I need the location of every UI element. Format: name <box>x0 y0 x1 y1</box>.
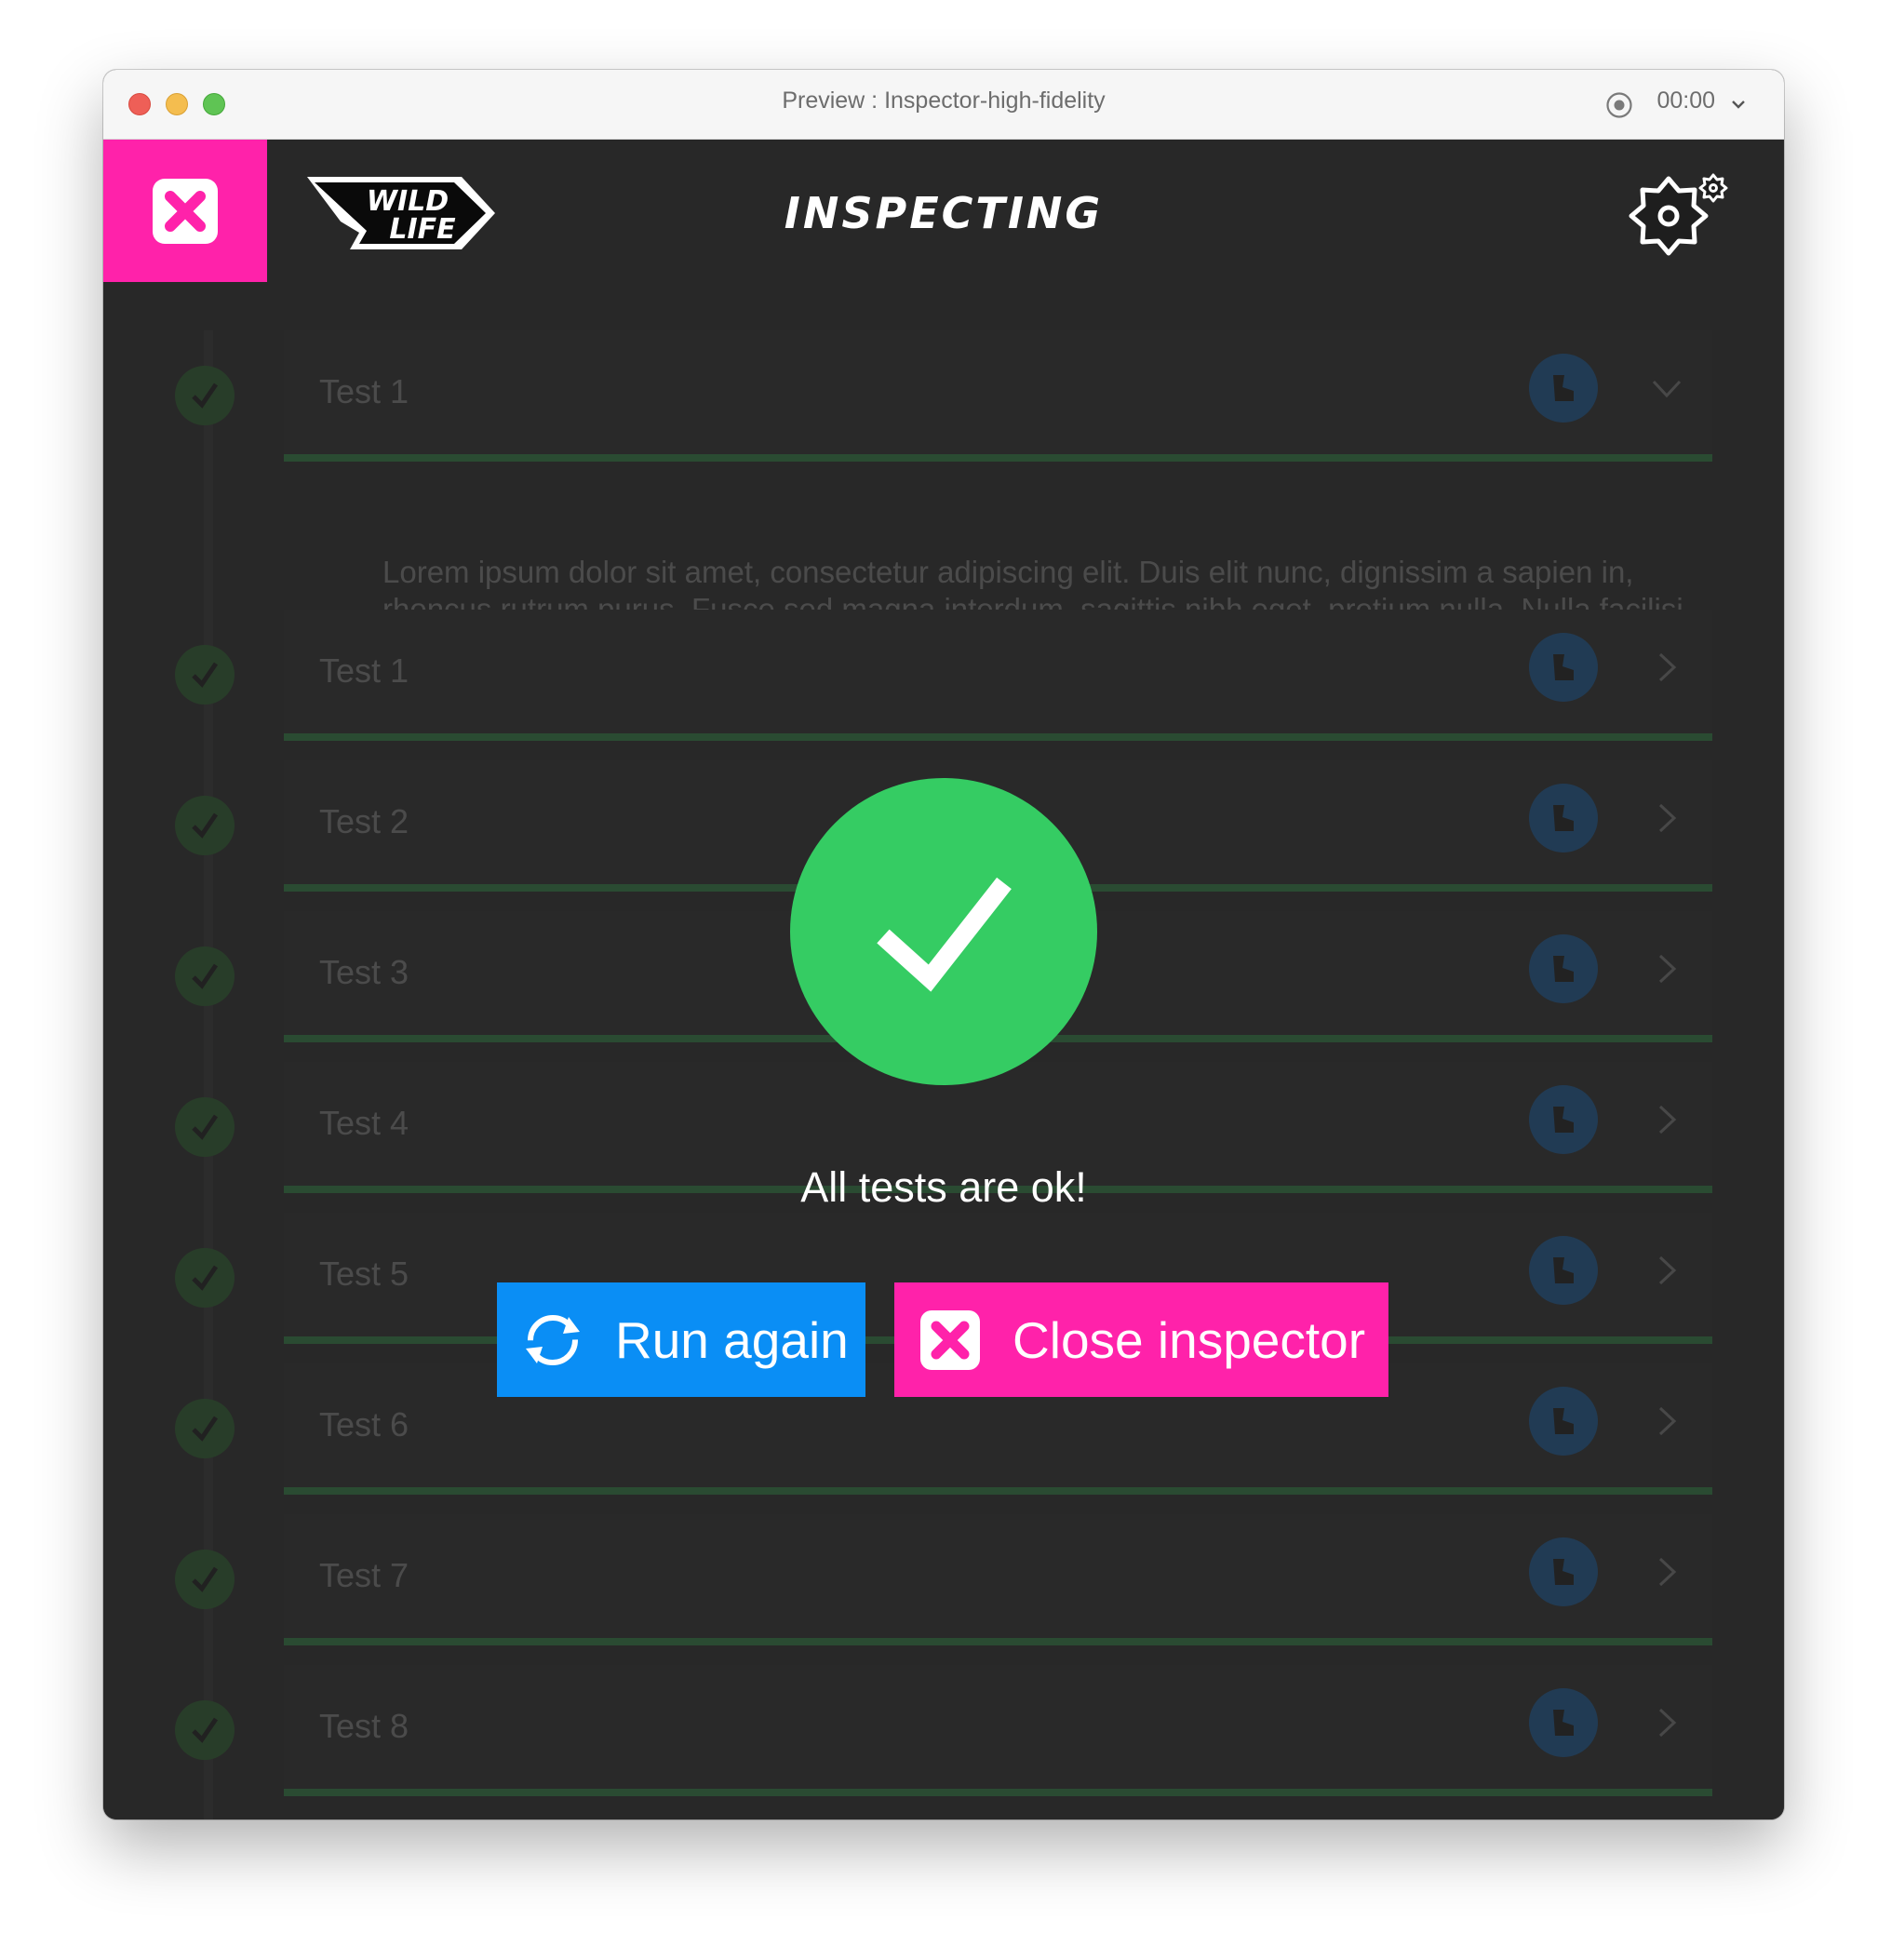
preview-window: Preview : Inspector-high-fidelity 00:00 … <box>103 70 1784 1819</box>
test-label: Test 2 <box>319 802 409 840</box>
check-icon <box>192 1114 219 1140</box>
shoe-icon[interactable] <box>1529 1688 1598 1757</box>
test-label: Test 3 <box>319 953 409 991</box>
shoe-icon[interactable] <box>1529 1537 1598 1606</box>
close-inspector-label: Close inspector <box>1013 1310 1366 1369</box>
result-message: All tests are ok! <box>800 1163 1087 1211</box>
check-icon <box>192 662 219 688</box>
run-again-button[interactable]: Run again <box>497 1282 865 1397</box>
shoe-icon[interactable] <box>1529 1236 1598 1305</box>
test-status-check <box>175 1097 235 1157</box>
close-x-icon <box>920 1309 980 1370</box>
chevron-right-icon[interactable] <box>1649 1403 1684 1439</box>
test-label: Test 4 <box>319 1104 409 1142</box>
success-indicator <box>790 778 1097 1085</box>
test-row[interactable]: Test 7 <box>284 1514 1712 1645</box>
gear-icon[interactable] <box>1622 172 1734 256</box>
record-icon[interactable] <box>1605 91 1633 119</box>
run-again-label: Run again <box>615 1310 849 1369</box>
test-row[interactable]: Test 8 <box>284 1665 1712 1796</box>
test-label: Test 8 <box>319 1707 409 1745</box>
chevron-right-icon[interactable] <box>1649 1554 1684 1590</box>
shoe-icon[interactable] <box>1529 354 1598 423</box>
check-icon <box>192 383 219 409</box>
chevron-down-icon[interactable] <box>1649 370 1684 406</box>
check-icon <box>192 963 219 989</box>
shoe-icon[interactable] <box>1529 1085 1598 1154</box>
test-status-check <box>175 1700 235 1760</box>
check-icon <box>192 1265 219 1291</box>
chevron-right-icon[interactable] <box>1649 1705 1684 1740</box>
check-icon <box>192 1566 219 1592</box>
shoe-icon[interactable] <box>1529 633 1598 702</box>
inspector-app: Test 1 Lorem ipsum dolor sit amet, consec… <box>103 140 1784 1819</box>
test-status-check <box>175 1399 235 1458</box>
chevron-right-icon[interactable] <box>1649 951 1684 987</box>
checkmark-icon <box>877 877 1012 992</box>
test-label: Test 6 <box>319 1405 409 1443</box>
test-status-check <box>175 366 235 425</box>
shoe-icon[interactable] <box>1529 934 1598 1003</box>
chevron-down-icon[interactable] <box>1730 96 1747 113</box>
check-icon <box>192 1717 219 1743</box>
shoe-icon[interactable] <box>1529 784 1598 852</box>
test-row[interactable]: Test 1 <box>284 330 1712 462</box>
test-label: Test 1 <box>319 651 409 690</box>
chevron-right-icon[interactable] <box>1649 650 1684 685</box>
test-status-check <box>175 1248 235 1308</box>
page-title: INSPECTING <box>784 188 1104 238</box>
test-status-check <box>175 946 235 1006</box>
test-status-check <box>175 645 235 705</box>
test-status-check <box>175 1550 235 1609</box>
check-icon <box>192 812 219 839</box>
chevron-right-icon[interactable] <box>1649 1253 1684 1288</box>
test-label: Test 1 <box>319 372 409 410</box>
close-inspector-button[interactable]: Close inspector <box>894 1282 1388 1397</box>
test-label: Test 7 <box>319 1556 409 1594</box>
refresh-icon <box>526 1314 580 1365</box>
shoe-icon[interactable] <box>1529 1387 1598 1456</box>
recording-time: 00:00 <box>1656 87 1715 114</box>
test-row[interactable]: Test 1 <box>284 610 1712 741</box>
check-icon <box>192 1416 219 1442</box>
test-label: Test 5 <box>319 1255 409 1293</box>
chevron-right-icon[interactable] <box>1649 1102 1684 1137</box>
window-title: Preview : Inspector-high-fidelity <box>782 87 1106 114</box>
test-status-check <box>175 796 235 855</box>
title-bar: Preview : Inspector-high-fidelity 00:00 <box>103 70 1784 140</box>
chevron-right-icon[interactable] <box>1649 800 1684 836</box>
